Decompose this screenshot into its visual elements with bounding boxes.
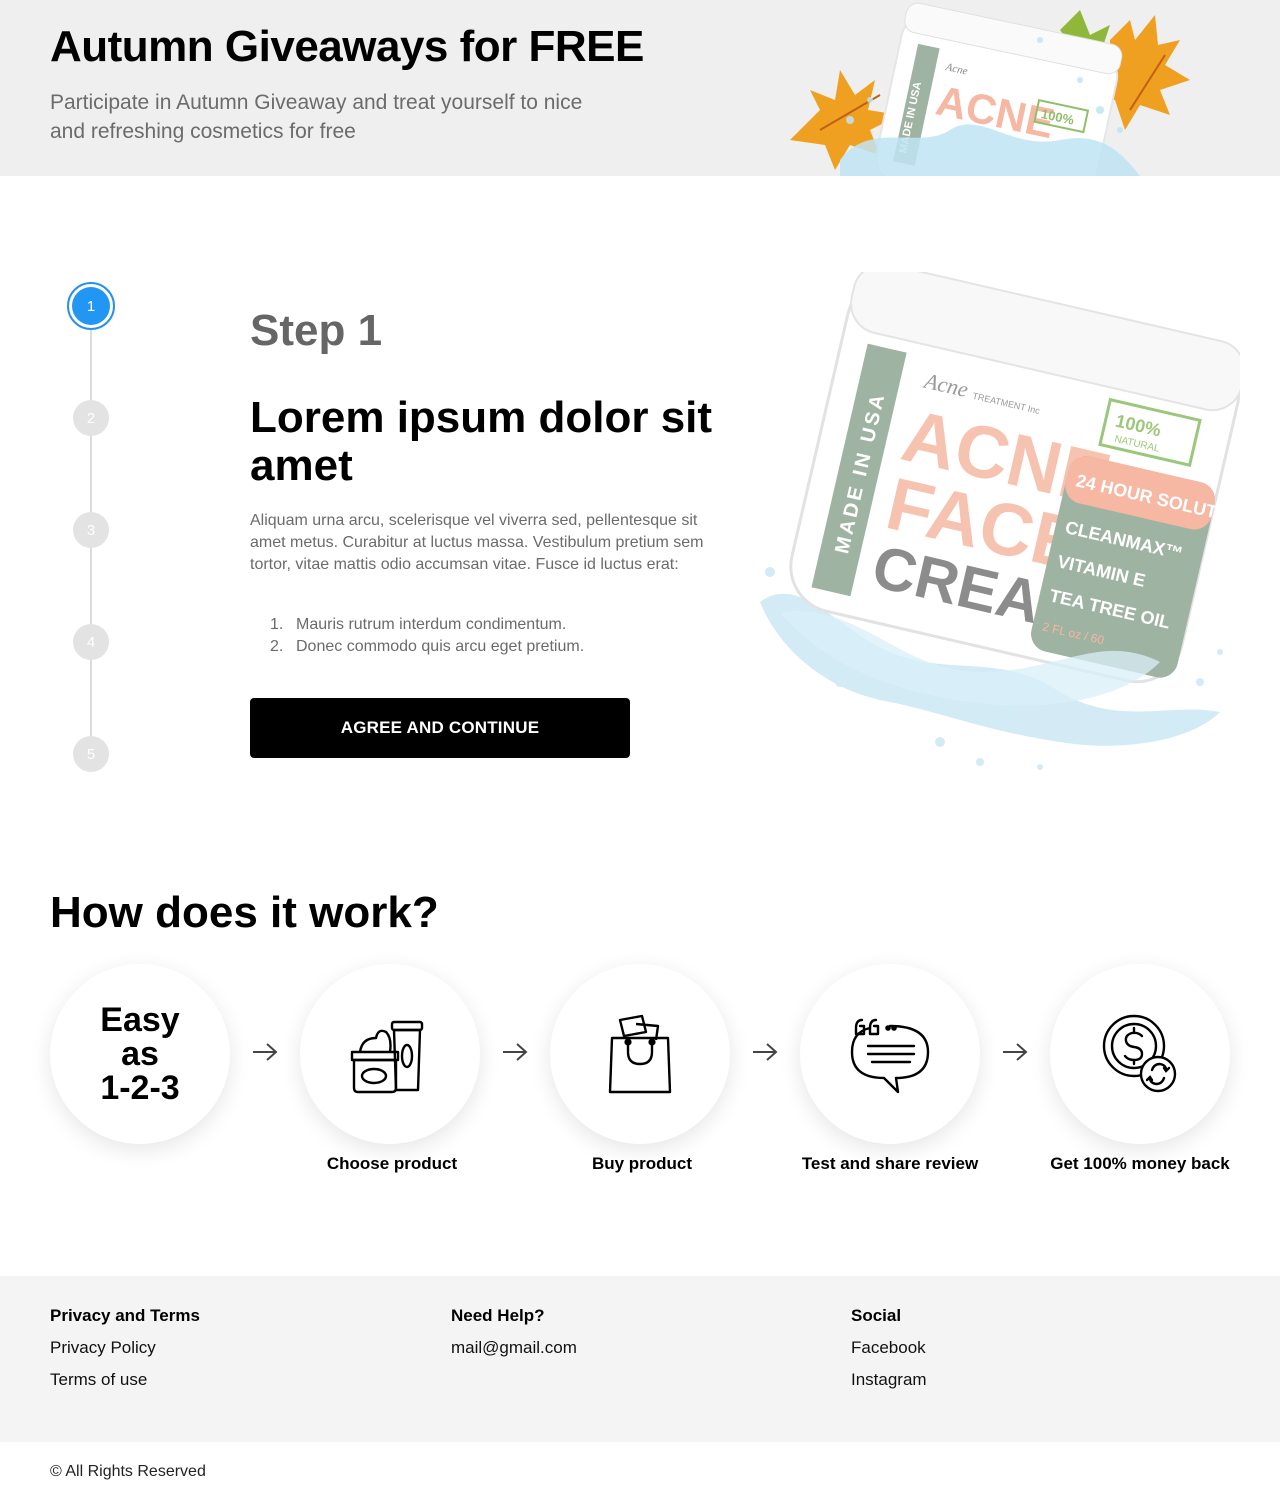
how-it-works-section: How does it work? Easy as 1-2-3 Choose p…	[0, 876, 1280, 1276]
how-step-choose	[300, 964, 480, 1144]
cosmetics-icon	[350, 1020, 424, 1094]
copyright-bar: © All Rights Reserved	[0, 1442, 1280, 1499]
list-item-number: 2.	[270, 638, 284, 655]
shopping-bag-icon	[608, 1014, 672, 1094]
how-step-review	[800, 964, 980, 1144]
review-chat-icon	[850, 1018, 930, 1094]
how-step-buy	[550, 964, 730, 1144]
progress-stepper: 1 2 3 4 5	[66, 282, 116, 772]
hero-subtitle: Participate in Autumn Giveaway and treat…	[50, 91, 583, 143]
copyright-text: © All Rights Reserved	[50, 1463, 206, 1480]
step-dot-4[interactable]: 4	[73, 624, 109, 660]
how-title: How does it work?	[50, 888, 439, 937]
easy-line: Easy	[100, 1001, 180, 1039]
easy-line: 1-2-3	[100, 1069, 180, 1107]
easy-badge: Easy as 1-2-3	[50, 964, 230, 1144]
list-item: 1. Mauris rutrum interdum condimentum.	[270, 614, 730, 636]
step-description: Aliquam urna arcu, scelerisque vel viver…	[250, 512, 704, 573]
how-caption: Test and share review	[801, 1154, 979, 1173]
footer-privacy-column: Privacy and Terms Privacy Policy Terms o…	[50, 1306, 200, 1402]
step-dot-2[interactable]: 2	[73, 400, 109, 436]
terms-of-use-link[interactable]: Terms of use	[50, 1370, 200, 1390]
footer-heading: Need Help?	[451, 1306, 545, 1325]
list-item-text: Mauris rutrum interdum condimentum.	[296, 616, 567, 633]
step-dot-5[interactable]: 5	[73, 736, 109, 772]
footer-social-column: Social Facebook Instagram	[851, 1306, 927, 1402]
footer-heading: Social	[851, 1306, 902, 1325]
how-caption: Get 100% money back	[1050, 1154, 1230, 1173]
easy-line: as	[121, 1035, 159, 1073]
step-dot-3[interactable]: 3	[73, 512, 109, 548]
hero-product-image: MADE IN USA Acne ACNE 100%	[790, 2, 1190, 176]
list-item: 2. Donec commodo quis arcu eget pretium.	[270, 636, 730, 658]
list-item-number: 1.	[270, 616, 284, 633]
arrow-right-icon	[253, 1043, 278, 1061]
footer-heading: Privacy and Terms	[50, 1306, 200, 1325]
arrow-right-icon	[503, 1043, 528, 1061]
product-image: MADE IN USA Acne TREATMENT Inc ACNE FACE…	[760, 272, 1240, 770]
arrow-right-icon	[753, 1043, 778, 1061]
money-back-icon	[1102, 1014, 1177, 1093]
step-dot-1[interactable]: 1	[67, 282, 115, 330]
agree-continue-button[interactable]: AGREE AND CONTINUE	[250, 698, 630, 758]
how-caption: Choose product	[326, 1154, 458, 1173]
how-caption: Buy product	[591, 1154, 693, 1173]
step-dot-1-label: 1	[72, 287, 110, 325]
step-heading: Lorem ipsum dolor sit amet	[250, 393, 713, 490]
footer-help-column: Need Help? mail@gmail.com	[451, 1306, 577, 1370]
facebook-link[interactable]: Facebook	[851, 1338, 927, 1358]
arrow-right-icon	[1003, 1043, 1028, 1061]
step-label: Step 1	[250, 306, 383, 355]
hero-banner: Autumn Giveaways for FREE Participate in…	[0, 0, 1280, 176]
privacy-policy-link[interactable]: Privacy Policy	[50, 1338, 200, 1358]
step-list: 1. Mauris rutrum interdum condimentum. 2…	[270, 614, 730, 658]
step-section: 1 2 3 4 5 Step 1 Lorem ipsum dolor sit a…	[0, 176, 1280, 876]
list-item-text: Donec commodo quis arcu eget pretium.	[296, 638, 585, 655]
email-link[interactable]: mail@gmail.com	[451, 1338, 577, 1358]
hero-title: Autumn Giveaways for FREE	[50, 22, 644, 71]
instagram-link[interactable]: Instagram	[851, 1370, 927, 1390]
how-step-money-back	[1050, 964, 1230, 1144]
footer: Privacy and Terms Privacy Policy Terms o…	[0, 1276, 1280, 1442]
